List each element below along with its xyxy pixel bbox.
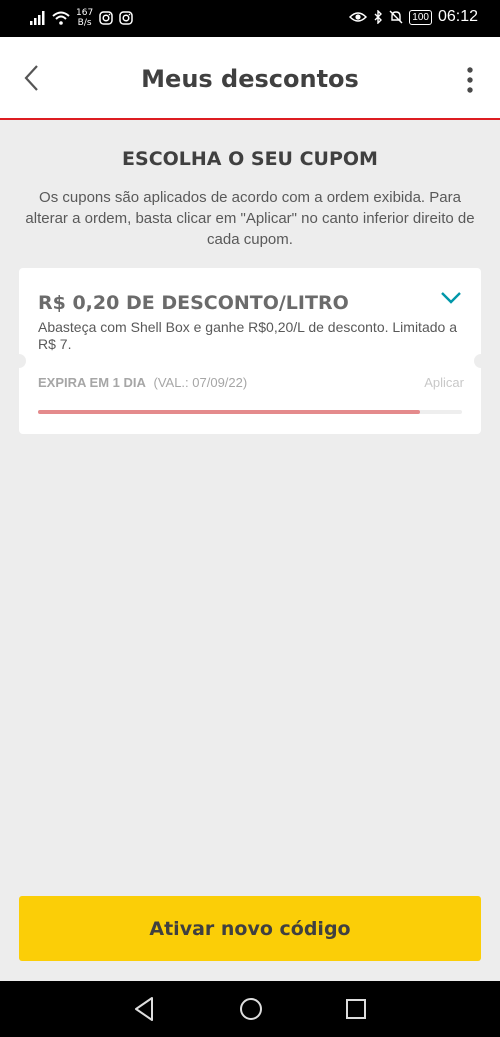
network-speed-value: 167	[76, 8, 94, 18]
coupon-progress-fill	[38, 410, 420, 414]
app-header: Meus descontos	[0, 37, 500, 120]
coupon-notch-right	[474, 354, 488, 368]
expiry-label: EXPIRA EM 1 DIA	[38, 375, 146, 390]
coupon-expiry-row: EXPIRA EM 1 DIA (VAL.: 07/09/22) Aplicar	[38, 375, 464, 390]
network-speed: 167 B/s	[76, 8, 93, 28]
bluetooth-icon	[374, 10, 383, 24]
section-subtitle: Os cupons são aplicados de acordo com a …	[25, 189, 475, 248]
network-speed-unit: B/s	[77, 18, 92, 28]
nav-recents-icon[interactable]	[344, 995, 368, 1023]
instagram-icon	[119, 11, 133, 25]
page-title: Meus descontos	[141, 65, 359, 93]
status-right: 100 06:12	[349, 8, 478, 26]
section-title: ESCOLHA O SEU CUPOM	[122, 148, 378, 170]
instagram-icon	[99, 11, 113, 25]
status-time: 06:12	[437, 8, 478, 25]
activate-code-button[interactable]: Ativar novo código	[19, 896, 481, 961]
wifi-icon	[52, 11, 70, 25]
nav-back-icon[interactable]	[132, 995, 156, 1023]
eye-icon	[349, 12, 368, 22]
coupon-progress-track	[38, 410, 462, 414]
chevron-down-icon[interactable]	[439, 288, 463, 308]
coupon-card[interactable]: R$ 0,20 DE DESCONTO/LITRO Abasteça com S…	[12, 268, 488, 434]
expiry-validity: (VAL.: 07/09/22)	[153, 375, 248, 390]
apply-button[interactable]: Aplicar	[424, 375, 464, 390]
coupon-notch-left	[12, 354, 26, 368]
system-nav-bar	[0, 981, 500, 1037]
status-bar: 167 B/s 100 06:12	[0, 0, 500, 37]
more-options-button[interactable]	[460, 65, 480, 95]
muted-bell-icon	[389, 10, 403, 24]
coupon-description: Abasteça com Shell Box e ganhe R$0,20/L …	[38, 319, 457, 352]
status-left: 167 B/s	[30, 8, 133, 28]
battery-indicator: 100	[409, 9, 432, 25]
nav-home-icon[interactable]	[238, 995, 264, 1023]
coupon-title: R$ 0,20 DE DESCONTO/LITRO	[38, 292, 349, 314]
signal-icon	[30, 11, 45, 25]
